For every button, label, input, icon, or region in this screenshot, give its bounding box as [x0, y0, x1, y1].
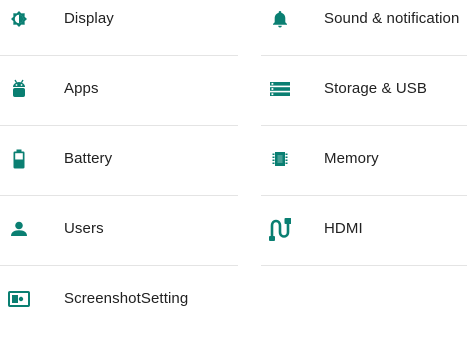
settings-item-label: Users — [64, 220, 104, 237]
divider — [261, 265, 467, 266]
settings-grid: Display Apps Battery Users ScreenshotSet… — [0, 0, 467, 318]
settings-item-memory[interactable]: Memory — [261, 140, 467, 210]
divider — [0, 55, 238, 56]
settings-item-label: Storage & USB — [324, 80, 428, 97]
settings-item-display[interactable]: Display — [0, 0, 238, 70]
settings-item-hdmi[interactable]: HDMI — [261, 210, 467, 280]
settings-item-label: HDMI — [324, 220, 363, 237]
hdmi-icon — [269, 217, 291, 241]
divider — [261, 55, 467, 56]
brightness-icon — [10, 9, 28, 29]
settings-item-label: Battery — [64, 150, 113, 167]
settings-item-label: Sound & notification — [324, 10, 460, 27]
divider — [261, 125, 467, 126]
storage-icon — [270, 79, 290, 99]
settings-item-sound[interactable]: Sound & notification — [261, 0, 467, 70]
divider — [0, 195, 238, 196]
screenshot-icon — [8, 289, 30, 309]
settings-item-battery[interactable]: Battery — [0, 140, 238, 210]
battery-icon — [10, 149, 28, 169]
person-icon — [10, 219, 28, 239]
divider — [0, 125, 238, 126]
bell-icon — [271, 9, 289, 29]
settings-item-screenshot[interactable]: ScreenshotSetting — [0, 280, 238, 350]
settings-column-left: Display Apps Battery Users ScreenshotSet… — [0, 0, 238, 350]
memory-chip-icon — [271, 149, 289, 169]
settings-item-apps[interactable]: Apps — [0, 70, 238, 140]
settings-column-right: Sound & notification Storage & USB Memor… — [261, 0, 467, 280]
divider — [261, 195, 467, 196]
settings-item-storage[interactable]: Storage & USB — [261, 70, 467, 140]
settings-item-label: Memory — [324, 150, 379, 167]
android-icon — [10, 79, 28, 99]
settings-item-label: Apps — [64, 80, 99, 97]
settings-item-users[interactable]: Users — [0, 210, 238, 280]
divider — [0, 265, 238, 266]
settings-item-label: Display — [64, 10, 114, 27]
settings-item-label: ScreenshotSetting — [64, 290, 189, 307]
